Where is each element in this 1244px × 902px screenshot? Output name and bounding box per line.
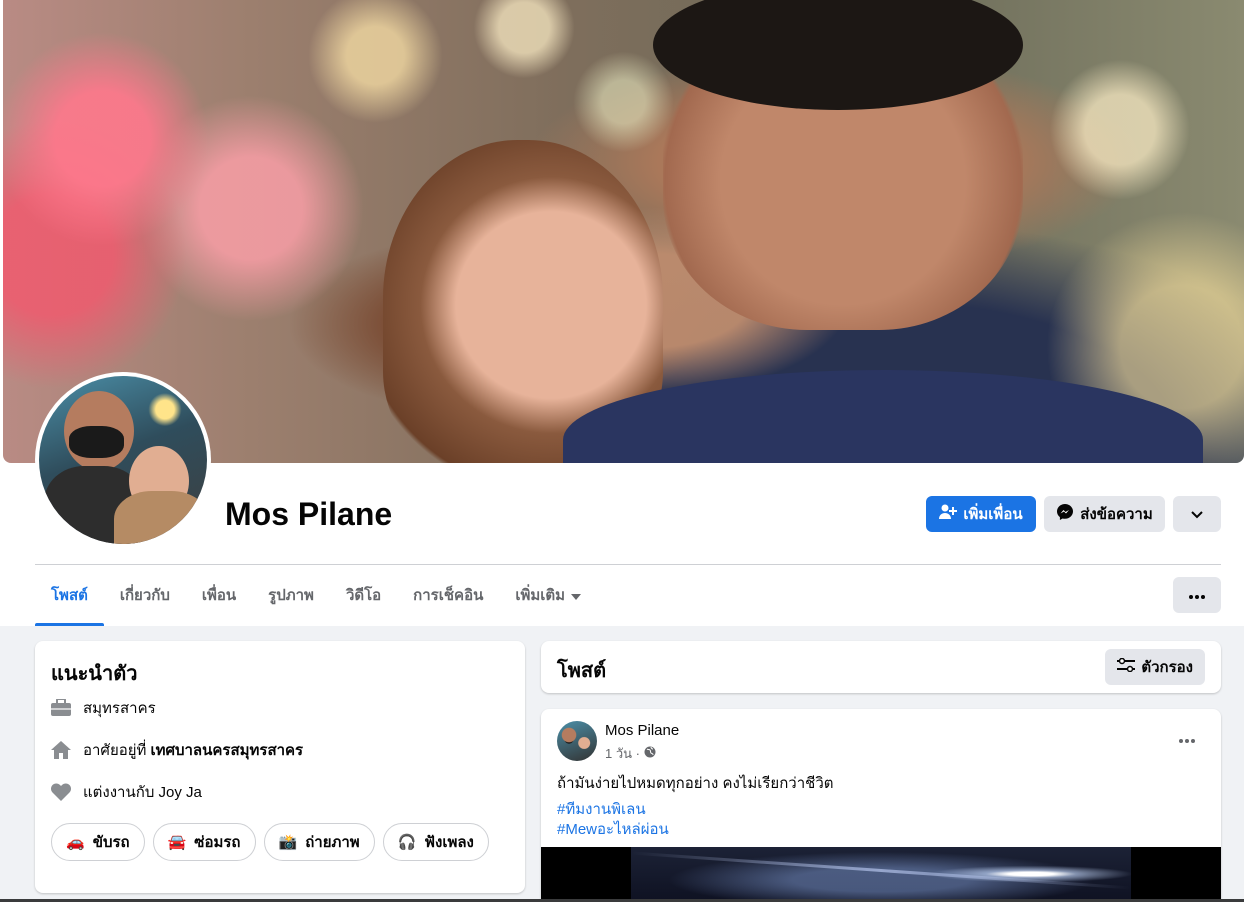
intro-work-text: สมุทรสาคร [83,700,156,717]
tab-about[interactable]: เกี่ยวกับ [104,565,186,625]
intro-lives-prefix: อาศัยอยู่ที่ [83,742,147,759]
tab-checkins-label: การเช็คอิน [413,587,484,604]
posts-header-card: โพสต์ ตัวกรอง [541,641,1221,693]
post-time[interactable]: 1 วัน · [605,743,640,764]
briefcase-icon [51,698,71,718]
tab-photos[interactable]: รูปภาพ [252,565,330,625]
intro-title: แนะนำตัว [51,663,138,685]
post-author-avatar[interactable] [557,721,597,761]
profile-tabs: โพสต์ เกี่ยวกับ เพื่อน รูปภาพ วิดีโอ การ… [35,565,597,626]
hobby-label: ฟังเพลง [424,834,474,851]
avatar [39,376,207,544]
hobby-label: ซ่อมรถ [194,834,241,851]
profile-header: Mos Pilane เพิ่มเพื่อน ส่งข้อความ โพสต์ … [0,0,1244,626]
profile-more-button[interactable] [1173,496,1221,532]
headphones-icon: 🎧 [397,834,417,851]
intro-relationship: แต่งงานกับ Joy Ja [51,780,202,804]
post-author-name[interactable]: Mos Pilane [605,722,679,739]
add-friend-button[interactable]: เพิ่มเพื่อน [926,496,1036,532]
post-meta: 1 วัน · [605,743,656,764]
post-image[interactable] [541,847,1221,902]
hobby-label: ถ่ายภาพ [305,834,360,851]
hobby-driving[interactable]: 🚗 ขับรถ [51,823,145,861]
globe-icon [644,746,656,761]
intro-lives-place[interactable]: เทศบาลนครสมุทรสาคร [150,738,303,762]
filter-label: ตัวกรอง [1141,659,1193,676]
cover-photo[interactable] [3,0,1244,463]
filter-button[interactable]: ตัวกรอง [1105,649,1205,685]
tab-videos-label: วิดีโอ [345,587,382,604]
caret-down-icon [571,587,582,604]
avatar-face-mask [69,426,124,458]
message-button[interactable]: ส่งข้อความ [1044,496,1165,532]
post-text: ถ้ามันง่ายไปหมดทุกอย่าง คงไม่เรียกว่าชีว… [557,775,834,792]
heart-icon [51,782,71,802]
tab-posts-label: โพสต์ [51,587,88,604]
hobby-car-repair[interactable]: 🚘 ซ่อมรถ [152,823,256,861]
tab-about-label: เกี่ยวกับ [119,587,170,604]
post-hashtag[interactable]: #Mewอะไหล่ผ่อน [557,817,669,841]
hobby-photography[interactable]: 📸 ถ่ายภาพ [263,823,375,861]
tab-checkins[interactable]: การเช็คอิน [397,565,499,625]
hobby-label: ขับรถ [92,834,130,851]
intro-work: สมุทรสาคร [51,696,156,720]
filter-sliders-icon [1117,657,1136,676]
hobbies-list: 🚗 ขับรถ 🚘 ซ่อมรถ 📸 ถ่ายภาพ 🎧 ฟังเพลง [51,823,489,861]
post-image-content [631,847,1131,902]
tab-friends[interactable]: เพื่อน [186,565,252,625]
posts-title: โพสต์ [557,660,607,682]
messenger-icon [1056,503,1074,525]
car-front-icon: 🚘 [167,834,187,851]
chevron-down-icon [1191,506,1203,523]
add-friend-label: เพิ่มเพื่อน [963,506,1023,523]
intro-relationship-text: แต่งงานกับ Joy Ja [83,784,202,801]
message-label: ส่งข้อความ [1080,506,1153,523]
profile-name: Mos Pilane [225,496,393,532]
home-icon [51,740,71,760]
tab-photos-label: รูปภาพ [268,587,314,604]
tab-posts[interactable]: โพสต์ [35,565,104,626]
post-card: Mos Pilane 1 วัน · ถ้ามันง่ายไปหมดทุกอย่… [541,709,1221,902]
camera-icon: 📸 [278,834,298,851]
add-friend-icon [939,504,958,524]
ellipsis-icon [1189,586,1205,604]
intro-lives: อาศัยอยู่ที่ เทศบาลนครสมุทรสาคร [51,738,303,762]
tab-friends-label: เพื่อน [201,587,237,604]
tab-videos[interactable]: วิดีโอ [330,565,397,625]
intro-card: แนะนำตัว สมุทรสาคร อาศัยอยู่ที่ เทศบาลนค… [35,641,525,893]
hobby-music[interactable]: 🎧 ฟังเพลง [382,823,489,861]
car-icon: 🚗 [66,834,85,851]
tab-more[interactable]: เพิ่มเติม [499,565,597,625]
ellipsis-icon [1179,730,1195,748]
profile-picture[interactable] [35,372,211,548]
post-options-button[interactable] [1169,727,1205,751]
tab-more-label: เพิ่มเติม [515,587,566,604]
avatar-person-2-body [114,491,207,544]
tabs-more-options-button[interactable] [1173,577,1221,613]
